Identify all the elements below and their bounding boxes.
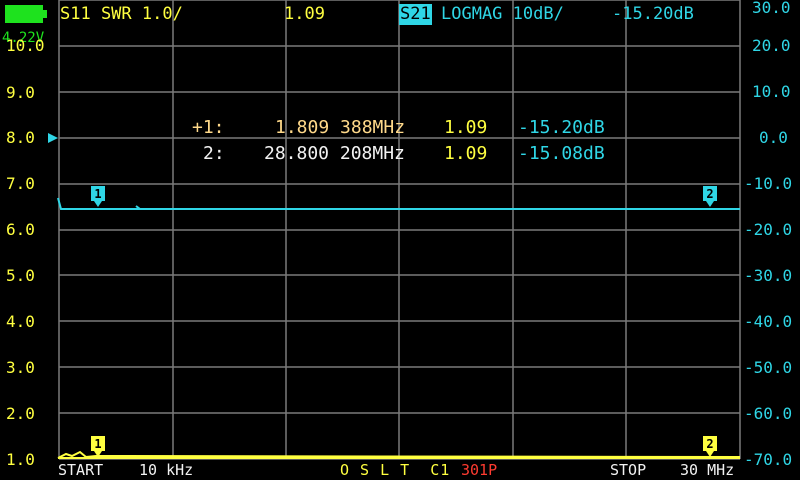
left-tick: 9.0 [6, 83, 35, 102]
left-tick: 2.0 [6, 404, 35, 423]
trace2-label[interactable]: LOGMAG 10dB/ [441, 6, 564, 23]
marker-2-swr: 1.09 [444, 143, 488, 164]
right-tick: 20.0 [752, 36, 791, 55]
plot-area: 1 2 1 2 [48, 0, 741, 460]
left-tick: 4.0 [6, 312, 35, 331]
svg-text:2: 2 [706, 437, 713, 451]
svg-text:1: 1 [94, 437, 101, 451]
right-tick: 30.0 [752, 0, 791, 17]
reference-arrow-icon [48, 133, 58, 143]
points-count: 301P [461, 461, 498, 479]
right-tick: -70.0 [744, 450, 793, 469]
left-tick: 1.0 [6, 450, 35, 469]
trace2-value: -15.20dB [612, 4, 694, 24]
stop-label[interactable]: STOP [610, 463, 646, 478]
right-tick: 10.0 [752, 82, 791, 101]
marker-2-yellow: 2 [703, 436, 717, 457]
right-tick: -10.0 [744, 174, 793, 193]
marker-2-prefix[interactable]: 2: [203, 145, 225, 163]
right-tick: 0.0 [759, 128, 788, 147]
trace1-label[interactable]: S11 SWR 1.0/ [60, 6, 183, 23]
start-value[interactable]: 10 kHz [139, 463, 193, 478]
right-tick: -50.0 [744, 358, 793, 377]
marker-1-freq: 1.809 388MHz [275, 117, 406, 138]
left-tick: 6.0 [6, 220, 35, 239]
svg-text:2: 2 [706, 187, 713, 201]
right-tick: -40.0 [744, 312, 793, 331]
marker-1-yellow: 1 [91, 436, 105, 457]
marker-2-cyan: 2 [703, 186, 717, 207]
start-label[interactable]: START [58, 463, 103, 478]
left-tick: 3.0 [6, 358, 35, 377]
svg-text:1: 1 [94, 187, 101, 201]
right-tick: -20.0 [744, 220, 793, 239]
trace2-channel-badge[interactable]: S21 [399, 4, 432, 25]
marker-1-prefix[interactable]: +1: [192, 119, 225, 137]
right-tick: -30.0 [744, 266, 793, 285]
marker-1-logmag: -15.20dB [518, 117, 605, 138]
left-tick: 7.0 [6, 174, 35, 193]
marker-1-swr: 1.09 [444, 117, 488, 138]
marker-2-logmag: -15.08dB [518, 143, 605, 164]
marker-1-cyan: 1 [91, 186, 105, 207]
calibration-status: O S L T C1 [340, 461, 451, 479]
marker-2-freq: 28.800 208MHz [264, 143, 405, 164]
left-tick: 5.0 [6, 266, 35, 285]
left-tick: 10.0 [6, 36, 45, 55]
stop-value[interactable]: 30 MHz [680, 463, 734, 478]
trace1-value: 1.09 [284, 4, 325, 24]
right-tick: -60.0 [744, 404, 793, 423]
left-tick: 8.0 [6, 128, 35, 147]
